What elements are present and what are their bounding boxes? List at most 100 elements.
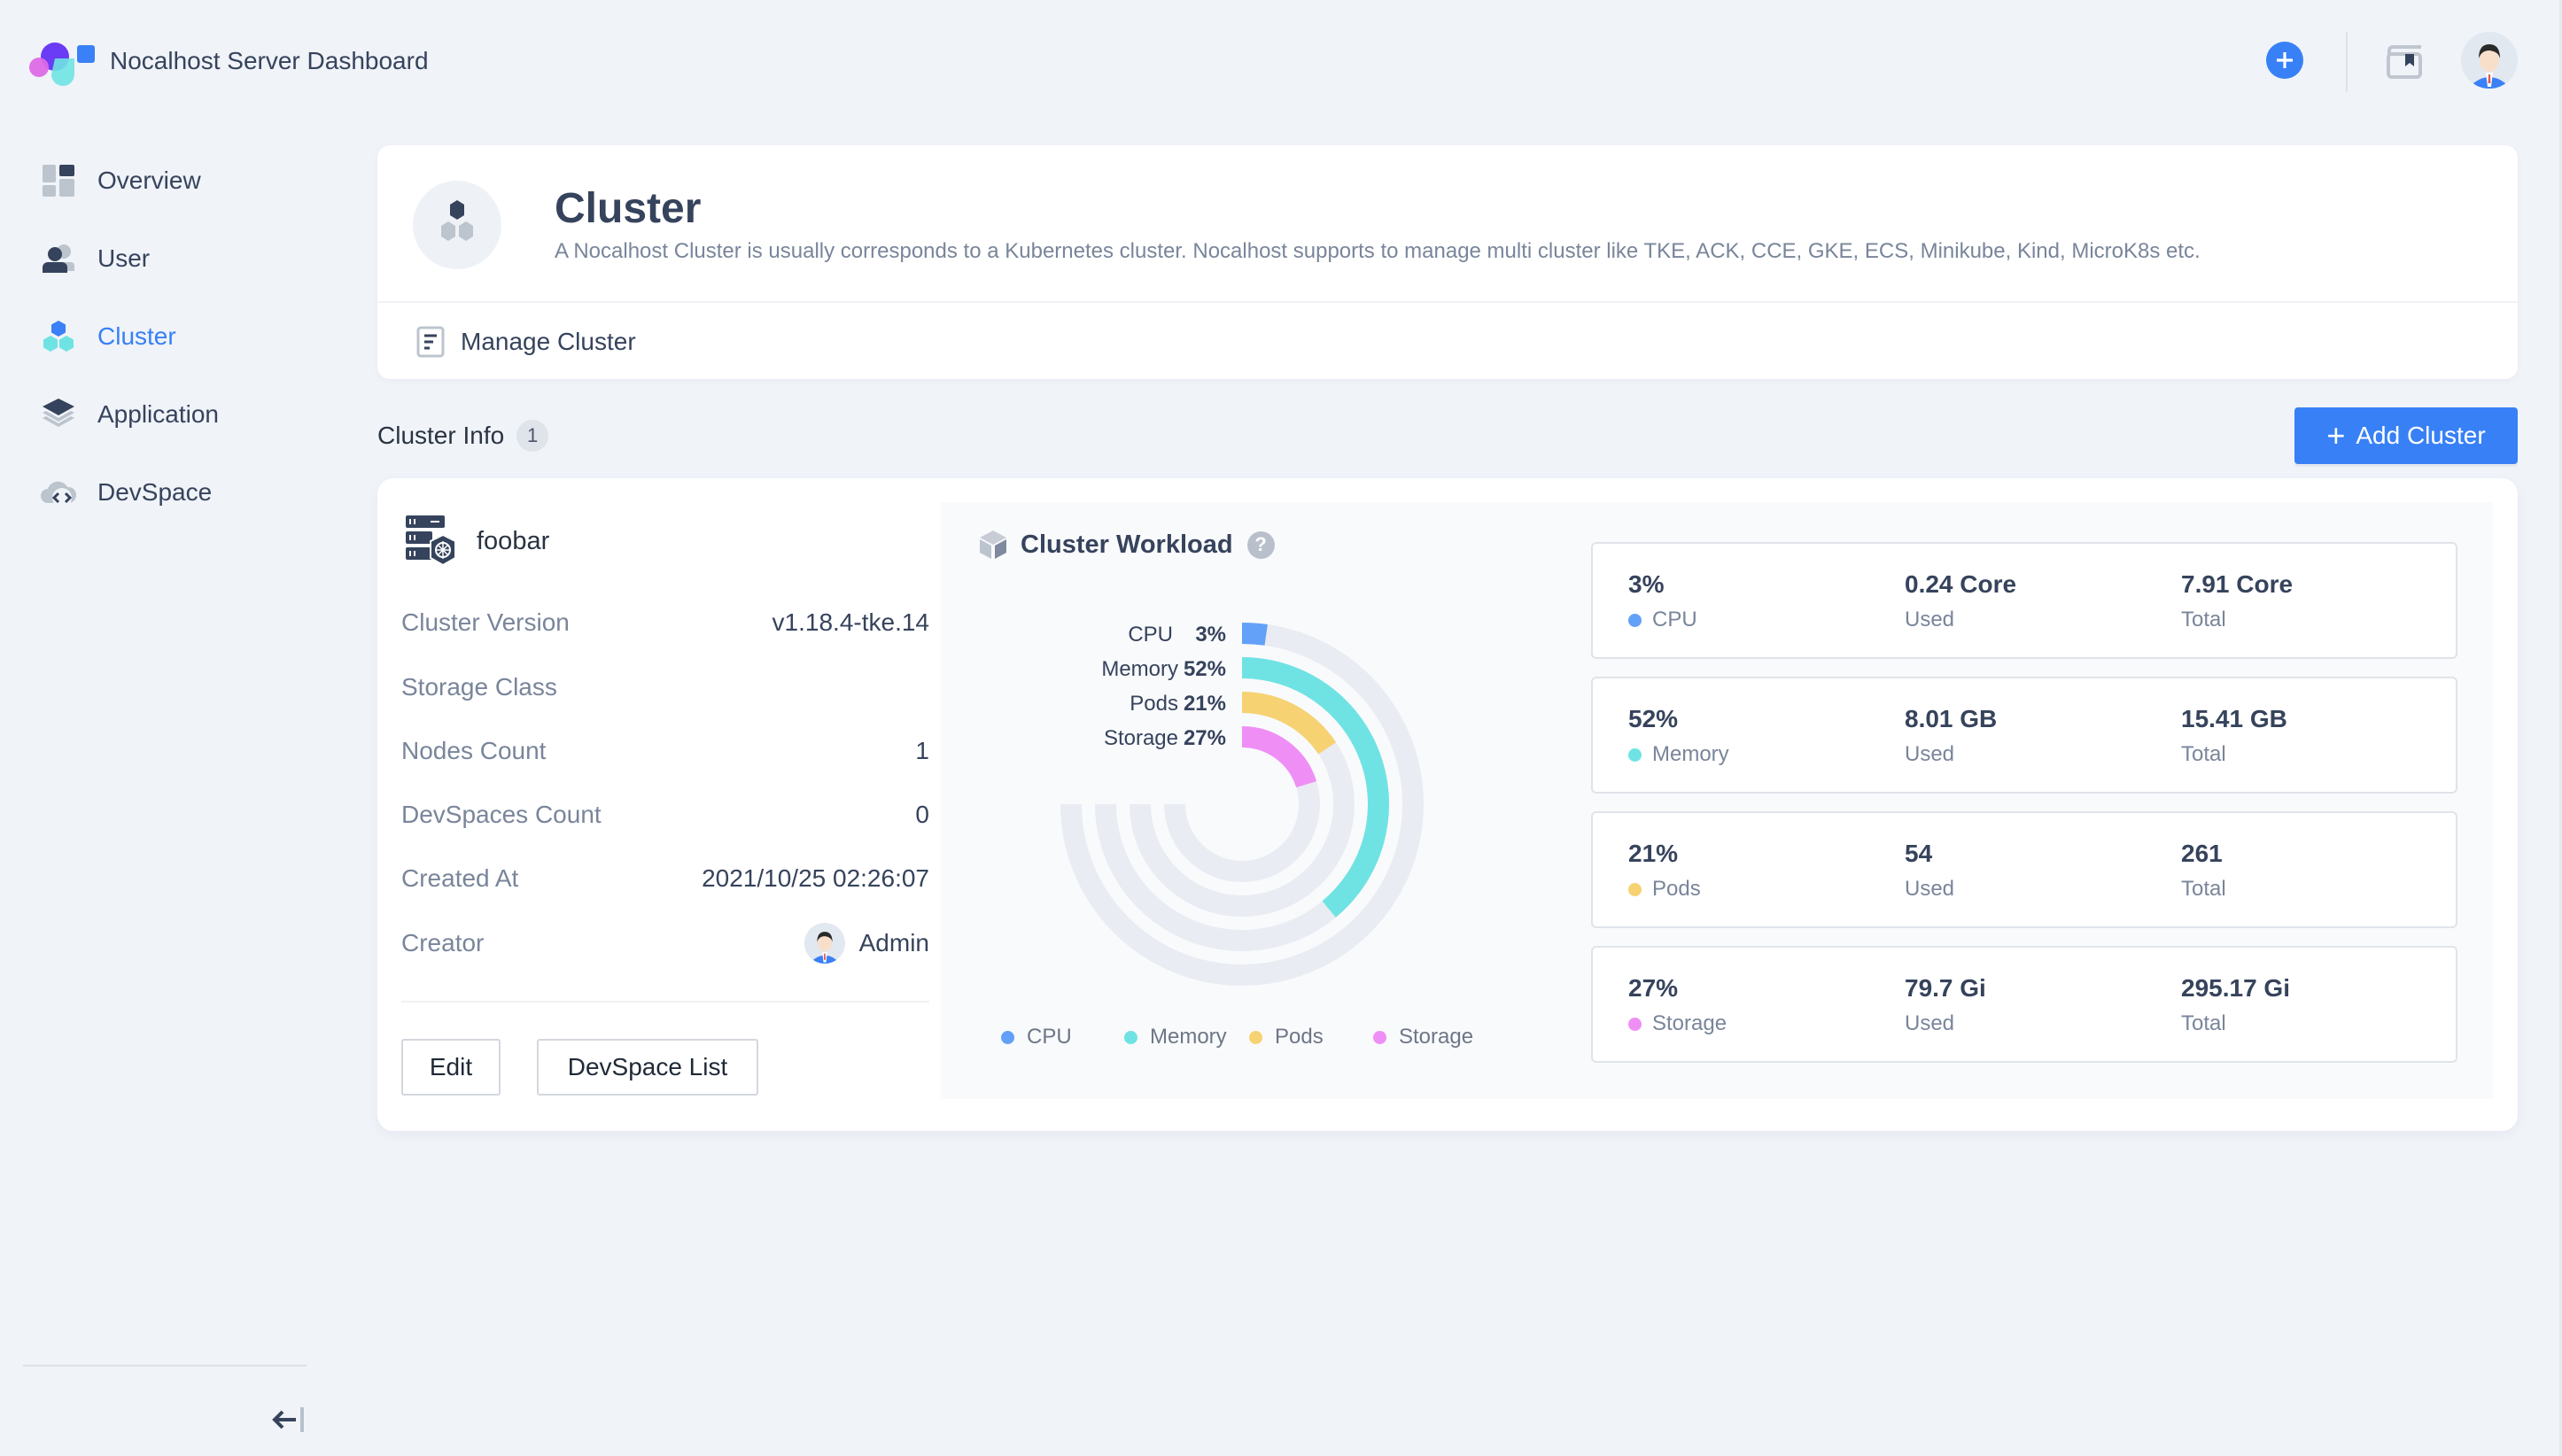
devspace-list-button[interactable]: DevSpace List — [537, 1039, 758, 1096]
user-avatar[interactable] — [2461, 32, 2518, 89]
legend-label: CPU — [1027, 1025, 1072, 1049]
stat-total-label: Total — [2181, 877, 2226, 901]
header-card-divider — [377, 301, 2518, 303]
stat-used-label: Used — [1905, 608, 1955, 631]
stat-percent: 52% — [1628, 705, 1679, 732]
info-value: 2021/10/25 02:26:07 — [702, 864, 929, 892]
workload-panel: Cluster Workload ? 3% CPU 52% Memory 21% Pods… — [941, 502, 2493, 1099]
radial-series-label: Storage — [1104, 726, 1178, 750]
stat-dot — [1628, 882, 1642, 896]
page-title: Cluster — [555, 185, 702, 232]
radial-bar-storage[interactable] — [1241, 726, 1317, 788]
legend-pods[interactable]: Pods — [1249, 1025, 1324, 1049]
info-row-creator: Creator Admin — [401, 923, 929, 964]
manage-cluster-tab[interactable]: Manage Cluster — [416, 326, 636, 358]
info-row-devspaces-count: DevSpaces Count 0 — [401, 801, 929, 829]
stat-total-label: Total — [2181, 608, 2226, 631]
stat-dot — [1628, 747, 1642, 762]
radial-value-label: 52% — [1184, 657, 1226, 681]
info-value: v1.18.4-tke.14 — [772, 608, 929, 636]
sidebar-nav: Overview User Cluster Application DevSpa… — [0, 142, 310, 531]
stat-percent: 27% — [1628, 974, 1679, 1002]
app-title: Nocalhost Server Dashboard — [110, 47, 429, 74]
sidebar-item-devspace[interactable]: DevSpace — [0, 453, 310, 531]
info-value: 1 — [915, 737, 929, 764]
bookmark-docs-icon — [2387, 45, 2422, 79]
dashboard-icon — [41, 163, 76, 198]
info-row-created-at: Created At 2021/10/25 02:26:07 — [401, 864, 929, 893]
stat-card-cpu: 3% CPU 0.24 Core Used 7.91 Core Total — [1591, 542, 2457, 659]
sidebar-collapse-button[interactable] — [271, 1406, 307, 1433]
stat-used-label: Used — [1905, 742, 1955, 766]
creator-value: Admin — [804, 923, 929, 964]
stat-name: Memory — [1652, 742, 1729, 766]
stat-used: 8.01 GB — [1905, 705, 1998, 732]
sidebar-item-label: DevSpace — [97, 478, 213, 506]
radial-value-label: 27% — [1184, 726, 1226, 750]
stat-dot — [1628, 613, 1642, 627]
header-add-button[interactable] — [2266, 42, 2303, 79]
legend-dot — [1373, 1030, 1386, 1044]
avatar-person-icon — [2473, 44, 2505, 89]
info-key: DevSpaces Count — [401, 801, 602, 828]
stat-name: Pods — [1652, 877, 1701, 901]
cloud-code-icon — [41, 475, 76, 510]
sidebar-item-cluster[interactable]: Cluster — [0, 298, 310, 376]
creator-avatar — [804, 923, 845, 964]
sidebar-item-user[interactable]: User — [0, 220, 310, 298]
sidebar-item-overview[interactable]: Overview — [0, 142, 310, 220]
stat-percent: 3% — [1628, 570, 1665, 598]
info-row-nodes-count: Nodes Count 1 — [401, 737, 929, 765]
manage-cluster-label: Manage Cluster — [461, 328, 636, 355]
stat-name: CPU — [1652, 608, 1697, 631]
card-divider — [401, 1001, 929, 1003]
stat-card-storage: 27% Storage 79.7 Gi Used 295.17 Gi Total — [1591, 946, 2457, 1063]
sidebar-divider — [23, 1365, 307, 1367]
legend-cpu[interactable]: CPU — [1001, 1025, 1072, 1049]
info-row-cluster-version: Cluster Version v1.18.4-tke.14 — [401, 608, 929, 637]
stat-total-label: Total — [2181, 1011, 2226, 1035]
stat-card-memory: 52% Memory 8.01 GB Used 15.41 GB Total — [1591, 677, 2457, 794]
add-cluster-button[interactable]: + Add Cluster — [2294, 407, 2518, 464]
sidebar-item-application[interactable]: Application — [0, 376, 310, 453]
stat-used-label: Used — [1905, 877, 1955, 901]
legend-label: Memory — [1150, 1025, 1227, 1049]
radial-bar-cpu[interactable] — [1241, 623, 1268, 646]
stat-used: 54 — [1905, 840, 1933, 867]
kubernetes-server-icon — [406, 515, 456, 567]
stat-total: 15.41 GB — [2181, 705, 2287, 732]
info-key: Storage Class — [401, 673, 557, 701]
docs-button[interactable] — [2386, 42, 2423, 79]
legend-dot — [1124, 1030, 1137, 1044]
radial-series-label: Pods — [1130, 692, 1178, 716]
edit-button[interactable]: Edit — [401, 1039, 501, 1096]
stat-used: 79.7 Gi — [1905, 974, 1986, 1002]
cluster-name: foobar — [477, 526, 550, 555]
cluster-count-badge: 1 — [516, 420, 549, 452]
sidebar-item-label: Cluster — [97, 322, 176, 350]
header-divider — [2346, 32, 2348, 92]
info-row-storage-class: Storage Class — [401, 673, 929, 701]
legend-dot — [1001, 1030, 1014, 1044]
info-key: Nodes Count — [401, 737, 547, 764]
stat-card-pods: 21% Pods 54 Used 261 Total — [1591, 811, 2457, 928]
info-value: 0 — [915, 801, 929, 828]
document-list-icon — [416, 326, 445, 358]
radial-series-label: Memory — [1101, 657, 1178, 681]
cluster-info-heading: Cluster Info 1 — [377, 420, 549, 452]
add-cluster-label: Add Cluster — [2356, 422, 2486, 449]
legend-memory[interactable]: Memory — [1124, 1025, 1227, 1049]
users-icon — [41, 241, 76, 276]
stat-total-label: Total — [2181, 742, 2226, 766]
legend-storage[interactable]: Storage — [1373, 1025, 1473, 1049]
sidebar-item-label: Application — [97, 400, 219, 428]
radial-value-label: 3% — [1195, 623, 1226, 647]
page-header-card: Cluster A Nocalhost Cluster is usually c… — [377, 145, 2518, 379]
workload-radial-chart: 3% CPU 52%Memory21%Pods27%Storage — [1060, 623, 1424, 986]
section-title: Cluster Info — [377, 422, 505, 449]
page-description: A Nocalhost Cluster is usually correspon… — [555, 239, 2201, 263]
info-key: Creator — [401, 929, 485, 956]
stat-used-label: Used — [1905, 1011, 1955, 1035]
info-key: Cluster Version — [401, 608, 570, 636]
radial-series-label: CPU — [1128, 623, 1173, 647]
